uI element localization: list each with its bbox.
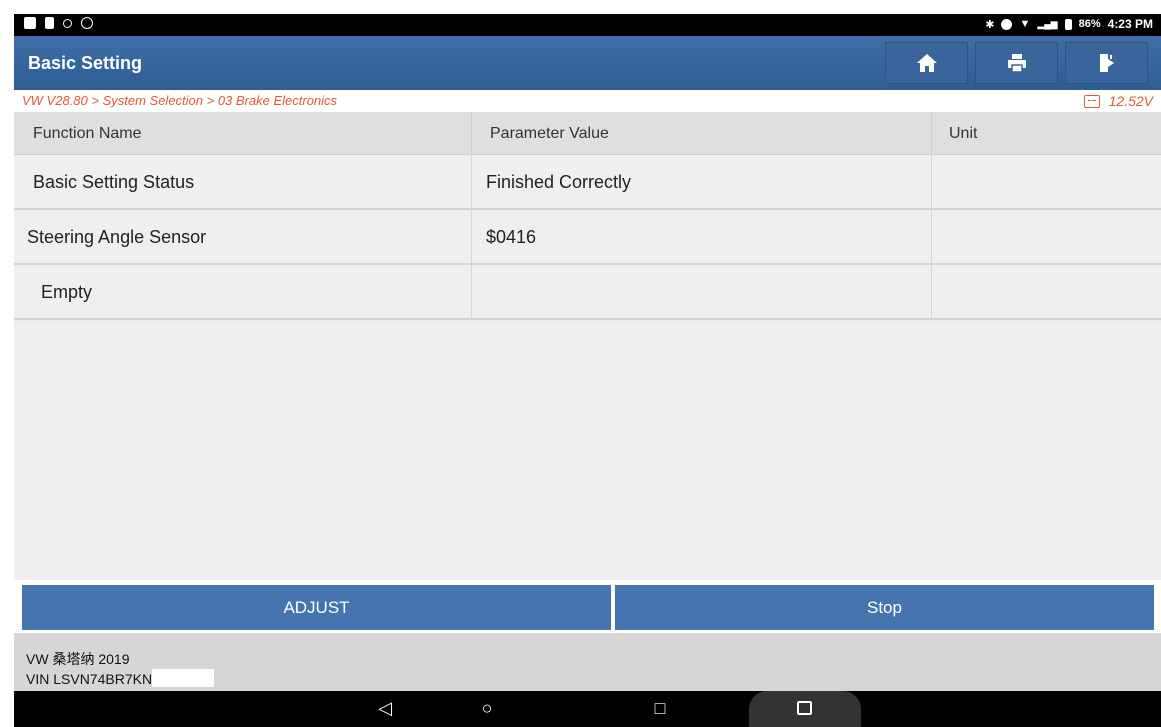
vin-line: VIN LSVN74BR7KN [26, 669, 215, 689]
dnd-icon [1001, 18, 1013, 30]
home-button[interactable] [885, 42, 968, 84]
stop-button[interactable]: Stop [615, 585, 1154, 630]
row-function-name: Empty [14, 265, 472, 318]
battery-voltage: 12.52V [1083, 93, 1153, 109]
row-parameter-value: Finished Correctly [472, 155, 932, 208]
exit-button[interactable] [1065, 42, 1148, 84]
sdcard-notification-icon [45, 17, 54, 29]
status-bar: ✱ ▼ ▂▄▆ 86% 4:23 PM [14, 14, 1161, 36]
column-header-function-name: Function Name [14, 112, 472, 155]
row-unit [932, 265, 1161, 318]
android-nav-bar: ◁ ○ □ [14, 691, 1161, 727]
adjust-button[interactable]: ADJUST [22, 585, 611, 630]
exit-icon [1099, 54, 1114, 72]
row-unit [932, 210, 1161, 263]
breadcrumb: VW V28.80 > System Selection > 03 Brake … [14, 90, 1161, 112]
row-function-name: Steering Angle Sensor [14, 210, 472, 263]
screenshot-icon [797, 701, 812, 715]
row-parameter-value: $0416 [472, 210, 932, 263]
status-system: ✱ ▼ ▂▄▆ 86% 4:23 PM [985, 17, 1153, 31]
bluetooth-notification-icon [81, 17, 93, 29]
home-circle-icon[interactable]: ○ [476, 698, 498, 720]
breadcrumb-path: VW V28.80 > System Selection > 03 Brake … [22, 93, 338, 108]
table-row[interactable]: Empty [14, 265, 1161, 320]
wifi-icon: ▼ [1019, 18, 1031, 30]
vehicle-info: VW 桑塔纳 2019 VIN LSVN74BR7KN [26, 650, 215, 689]
table-row[interactable]: Basic Setting Status Finished Correctly [14, 155, 1161, 210]
screenshot-pill[interactable] [749, 691, 861, 727]
usb-notification-icon [63, 18, 72, 28]
vin-number: VIN LSVN74BR7KN [26, 671, 153, 687]
vehicle-model: VW 桑塔纳 2019 [26, 651, 130, 667]
app-frame: ✱ ▼ ▂▄▆ 86% 4:23 PM Basic Setting VW V28… [14, 14, 1161, 727]
gallery-notification-icon [24, 17, 36, 29]
print-icon [1007, 54, 1026, 73]
column-header-parameter-value: Parameter Value [472, 112, 932, 155]
voltage-value: 12.52V [1108, 93, 1153, 109]
vehicle-info-bar: VW 桑塔纳 2019 VIN LSVN74BR7KN [14, 633, 1161, 691]
car-battery-icon [1083, 94, 1100, 108]
vin-redaction [152, 669, 215, 687]
home-icon [916, 54, 937, 72]
battery-icon [1064, 18, 1072, 30]
table-header: Function Name Parameter Value Unit [14, 112, 1161, 155]
clock: 4:23 PM [1107, 17, 1153, 31]
table-row[interactable]: Steering Angle Sensor $0416 [14, 210, 1161, 265]
bluetooth-icon: ✱ [985, 18, 995, 31]
page-title: Basic Setting [28, 53, 143, 73]
action-bar: ADJUST Stop [14, 580, 1161, 633]
status-notifications [24, 17, 93, 29]
row-unit [932, 155, 1161, 208]
column-header-unit: Unit [949, 125, 978, 142]
print-button[interactable] [975, 42, 1058, 84]
row-parameter-value [472, 265, 932, 318]
table-empty-area [14, 322, 1161, 580]
signal-icon: ▂▄▆ [1037, 18, 1058, 29]
row-function-name: Basic Setting Status [14, 155, 472, 208]
back-icon[interactable]: ◁ [374, 698, 396, 720]
app-header: Basic Setting [14, 36, 1161, 90]
recents-icon[interactable]: □ [649, 698, 671, 720]
battery-percent: 86% [1078, 18, 1101, 30]
